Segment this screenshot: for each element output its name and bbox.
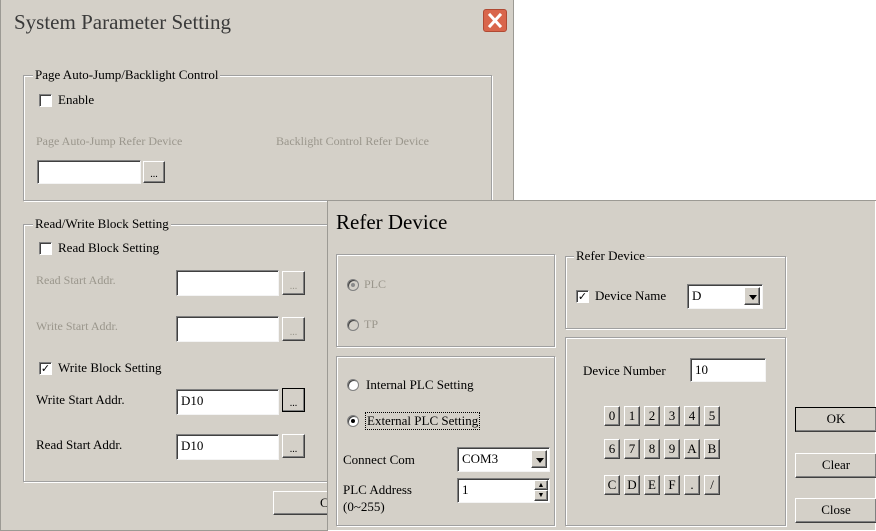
write-start-browse-button[interactable]: ...: [282, 388, 305, 412]
close-x-icon: [487, 12, 503, 29]
title-bar[interactable]: System Parameter Setting: [1, 0, 513, 36]
key-e[interactable]: E: [644, 475, 660, 495]
spin-arrows-icon[interactable]: ▲ ▼: [534, 480, 548, 501]
read-start-browse-button[interactable]: ...: [282, 434, 305, 458]
write-block-checkbox[interactable]: ✓: [39, 362, 52, 375]
auto-jump-device-label: Page Auto-Jump Refer Device: [36, 134, 183, 148]
close-dialog-button[interactable]: Close: [795, 498, 876, 523]
plc-setting-group: Internal PLC Setting External PLC Settin…: [336, 356, 555, 526]
tp-label: TP: [364, 317, 379, 331]
key-5[interactable]: 5: [704, 406, 720, 426]
refer-title-bar[interactable]: Refer Device: [328, 201, 876, 237]
device-name-label: Device Name: [595, 288, 667, 303]
refer-dialog-title: Refer Device: [336, 210, 448, 234]
refer-device-group: Refer Device ✓ Device Name D: [565, 248, 786, 329]
plc-radio[interactable]: [347, 279, 359, 291]
connect-com-value: COM3: [462, 451, 499, 466]
close-button[interactable]: [483, 9, 507, 32]
read-start-browse-disabled[interactable]: ...: [282, 271, 305, 295]
key-d[interactable]: D: [624, 475, 640, 495]
key-2[interactable]: 2: [644, 406, 660, 426]
target-group: PLC TP: [336, 254, 555, 347]
external-plc-radio[interactable]: [347, 415, 359, 427]
refer-device-legend: Refer Device: [574, 248, 647, 264]
checkmark-icon: ✓: [577, 290, 588, 303]
connect-com-select[interactable]: COM3: [457, 447, 550, 472]
key-0[interactable]: 0: [604, 406, 620, 426]
internal-plc-radio[interactable]: [347, 379, 359, 391]
key-4[interactable]: 4: [684, 406, 700, 426]
external-plc-label: External PLC Setting: [364, 412, 481, 430]
refer-device-dialog: Refer Device PLC TP Internal PLC Setting…: [327, 200, 876, 531]
key-slash[interactable]: /: [704, 475, 720, 495]
dialog-title: System Parameter Setting: [14, 10, 231, 34]
key-b[interactable]: B: [704, 439, 720, 459]
plc-address-label: PLC Address: [343, 482, 412, 497]
clear-button[interactable]: Clear: [795, 453, 876, 478]
key-9[interactable]: 9: [664, 439, 680, 459]
key-7[interactable]: 7: [624, 439, 640, 459]
device-number-field[interactable]: 10: [690, 358, 766, 382]
spin-down-button[interactable]: ▼: [534, 490, 548, 501]
write-block-label: Write Block Setting: [58, 360, 162, 375]
key-dot[interactable]: .: [684, 475, 700, 495]
auto-jump-legend: Page Auto-Jump/Backlight Control: [33, 67, 221, 83]
read-start-field-disabled[interactable]: [176, 270, 279, 296]
device-number-label: Device Number: [583, 363, 666, 378]
device-number-group: Device Number 10 0 1 2 3 4 5 6 7 8 9 A B…: [565, 337, 786, 526]
read-start-label: Read Start Addr.: [36, 437, 123, 452]
device-name-select[interactable]: D: [687, 284, 763, 309]
key-c[interactable]: C: [604, 475, 620, 495]
connect-com-label: Connect Com: [343, 452, 415, 467]
key-3[interactable]: 3: [664, 406, 680, 426]
tp-radio[interactable]: [347, 319, 359, 331]
write-start-label-disabled: Write Start Addr.: [36, 319, 118, 333]
enable-label: Enable: [58, 92, 95, 107]
spin-up-button[interactable]: ▲: [534, 480, 548, 490]
chevron-down-icon[interactable]: [531, 450, 547, 468]
auto-jump-group: Page Auto-Jump/Backlight Control Enable …: [23, 67, 492, 201]
read-block-label: Read Block Setting: [58, 240, 160, 255]
key-f[interactable]: F: [664, 475, 680, 495]
key-8[interactable]: 8: [644, 439, 660, 459]
read-start-field[interactable]: D10: [176, 434, 279, 460]
chevron-down-icon[interactable]: [744, 287, 760, 305]
key-a[interactable]: A: [684, 439, 700, 459]
ok-button[interactable]: OK: [795, 407, 876, 432]
write-start-browse-disabled[interactable]: ...: [282, 317, 305, 341]
device-name-value: D: [692, 288, 702, 303]
plc-label: PLC: [364, 277, 387, 291]
read-start-label-disabled: Read Start Addr.: [36, 273, 116, 287]
plc-address-field[interactable]: 1 ▲ ▼: [457, 478, 550, 503]
read-block-checkbox[interactable]: [39, 242, 52, 255]
write-start-field[interactable]: D10: [176, 389, 279, 415]
plc-address-range: (0~255): [343, 499, 385, 514]
key-1[interactable]: 1: [624, 406, 640, 426]
key-6[interactable]: 6: [604, 439, 620, 459]
backlight-device-label: Backlight Control Refer Device: [276, 134, 429, 148]
auto-jump-device-field[interactable]: [37, 160, 141, 184]
write-start-label: Write Start Addr.: [36, 392, 125, 407]
enable-checkbox[interactable]: [39, 94, 52, 107]
auto-jump-browse-button[interactable]: ...: [143, 161, 165, 183]
plc-address-value: 1: [462, 482, 469, 497]
write-start-field-disabled[interactable]: [176, 316, 279, 342]
internal-plc-label: Internal PLC Setting: [366, 377, 474, 392]
read-write-legend: Read/Write Block Setting: [33, 216, 171, 232]
device-name-checkbox[interactable]: ✓: [576, 290, 589, 303]
checkmark-icon: ✓: [40, 362, 51, 375]
